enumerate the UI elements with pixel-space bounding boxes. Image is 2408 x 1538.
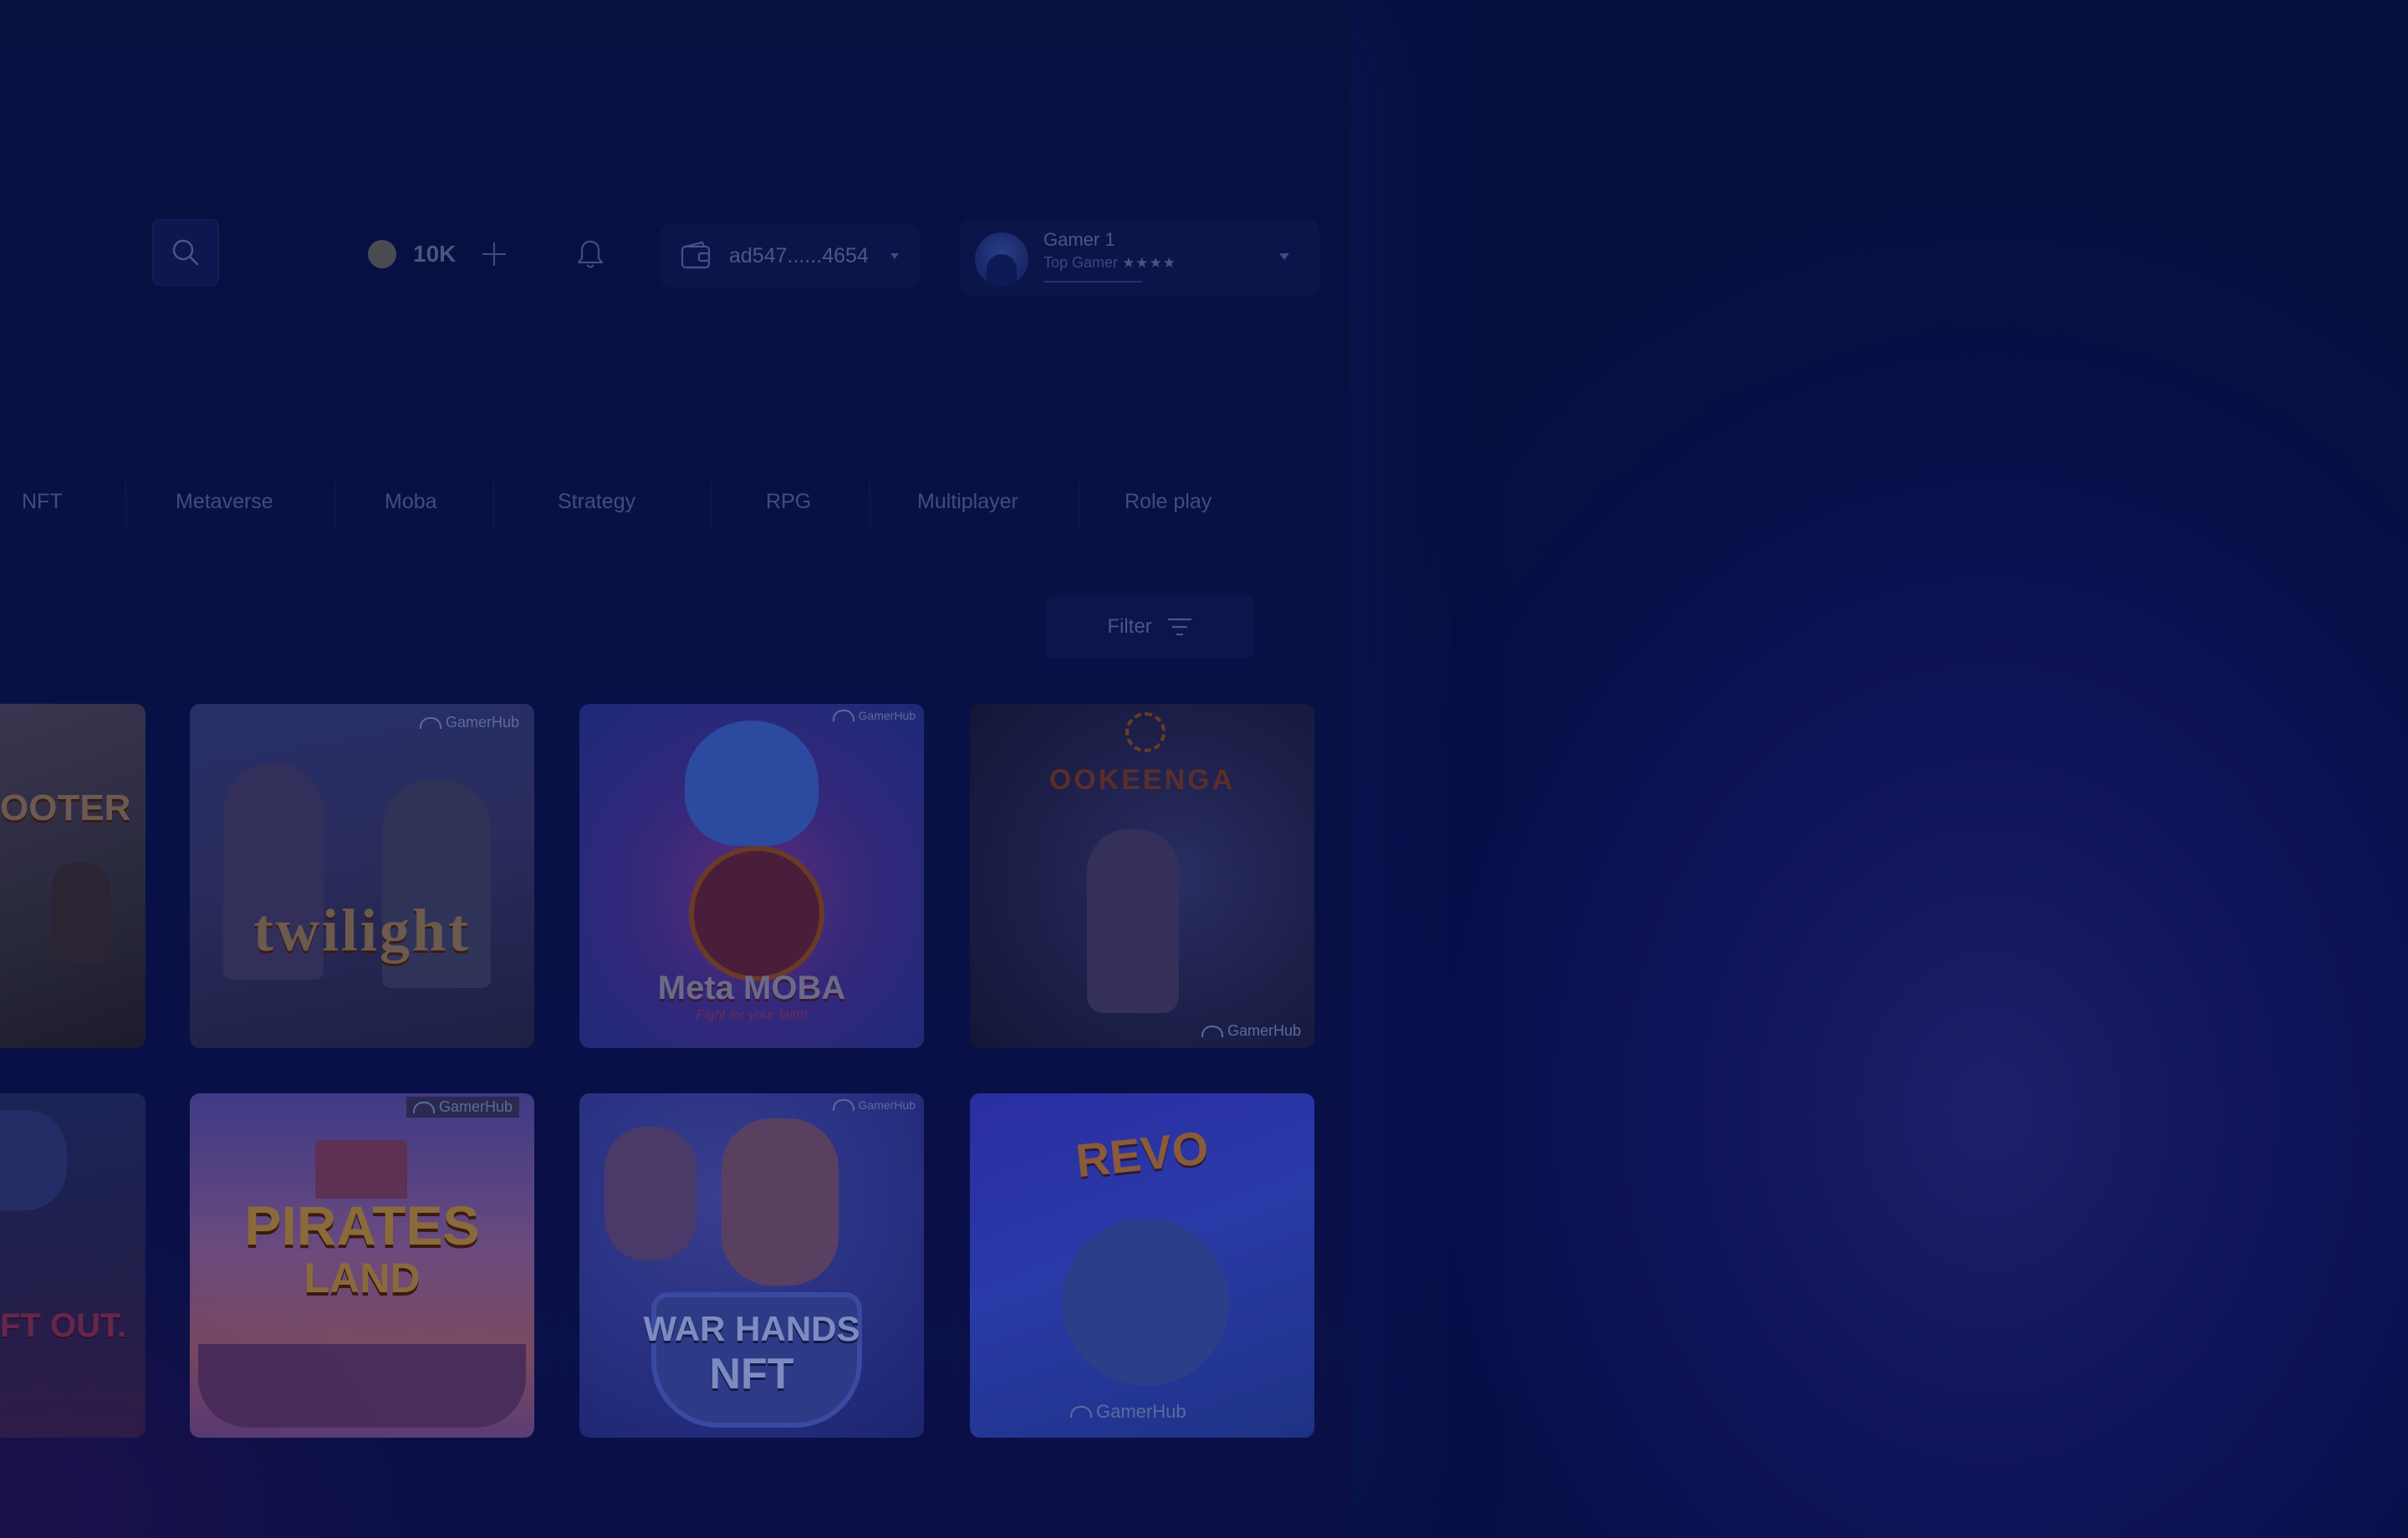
- game-title: OOKEENGA: [1048, 764, 1236, 796]
- sun-logo-icon: [1125, 712, 1166, 752]
- character-art: [605, 1127, 696, 1260]
- chevron-down-icon: [890, 252, 899, 259]
- brand-badge: GamerHub: [419, 714, 519, 731]
- castle-art: [315, 1140, 407, 1199]
- brand-badge: GamerHub: [1201, 1022, 1301, 1040]
- game-title: PIRATES: [244, 1194, 480, 1256]
- brand-badge-label: GamerHub: [1096, 1401, 1186, 1422]
- filter-button[interactable]: Filter: [1045, 595, 1254, 659]
- brand-badge-label: GamerHub: [445, 714, 519, 731]
- game-title: FT OUT.: [0, 1307, 127, 1344]
- game-card[interactable]: OOTER: [0, 704, 145, 1048]
- chevron-down-icon: [1279, 253, 1289, 260]
- meta-moba-emblem: [689, 846, 824, 981]
- gamerhub-logo-icon: [1201, 1025, 1223, 1037]
- profile-menu[interactable]: Gamer 1 Top Gamer ★★★★: [960, 219, 1319, 296]
- profile-name: Gamer 1: [1043, 229, 1115, 250]
- profile-rank-label: Top Gamer: [1043, 254, 1119, 271]
- game-card[interactable]: GamerHub WAR HANDS NFT: [579, 1093, 924, 1438]
- category-tab-nft[interactable]: NFT: [22, 490, 63, 514]
- gamerhub-logo-icon: [832, 1099, 855, 1111]
- add-coins-button[interactable]: [479, 239, 509, 269]
- brand-badge-label: GamerHub: [858, 1098, 916, 1112]
- character-art: [1062, 1219, 1229, 1386]
- category-divider: [711, 478, 712, 528]
- game-title-line2: LAND: [304, 1255, 421, 1301]
- category-tab-strategy[interactable]: Strategy: [558, 490, 635, 514]
- gamerhub-logo-icon: [412, 1101, 435, 1113]
- category-tab-multiplayer[interactable]: Multiplayer: [917, 490, 1018, 514]
- category-divider: [334, 478, 335, 528]
- category-tab-role-play[interactable]: Role play: [1125, 490, 1212, 514]
- game-title-line2: NFT: [709, 1350, 794, 1398]
- brand-badge: GamerHub: [832, 1098, 916, 1112]
- brand-badge-label: GamerHub: [438, 1098, 513, 1115]
- game-card[interactable]: REVO GamerHub: [970, 1093, 1314, 1438]
- game-title: REVO: [1073, 1120, 1212, 1188]
- profile-progress-bar: [1043, 281, 1142, 283]
- category-tab-moba[interactable]: Moba: [385, 490, 437, 514]
- category-tab-rpg[interactable]: RPG: [766, 490, 811, 514]
- brand-badge-label: GamerHub: [858, 709, 916, 722]
- game-card[interactable]: GamerHub Meta MOBA Fight for your faith!: [579, 704, 924, 1048]
- search-icon: [172, 239, 199, 266]
- ship-art: [198, 1344, 526, 1428]
- game-title: OOTER: [0, 787, 131, 828]
- gamerhub-logo-icon: [419, 716, 441, 729]
- gamerhub-logo-icon: [832, 710, 855, 721]
- search-button[interactable]: [152, 219, 219, 286]
- wallet-selector[interactable]: ad547......4654: [661, 224, 920, 288]
- avatar: [975, 232, 1028, 286]
- brand-badge-label: GamerHub: [1227, 1022, 1301, 1039]
- character-art: [685, 721, 819, 846]
- coin-icon: [368, 240, 396, 268]
- character-art: [1087, 829, 1179, 1013]
- character-art: [52, 863, 110, 963]
- app-panel: 10K ad547......4654 Gamer 1 Top Gamer ★★…: [0, 0, 1350, 1538]
- character-art: [0, 1110, 67, 1210]
- game-title: Meta MOBA: [657, 970, 846, 1006]
- game-title: WAR HANDS: [643, 1309, 860, 1348]
- category-divider: [493, 478, 494, 528]
- game-title: twilight: [253, 897, 471, 964]
- brand-badge: GamerHub: [406, 1097, 519, 1118]
- character-art: [722, 1118, 839, 1286]
- game-card[interactable]: OOKEENGA GamerHub: [970, 704, 1314, 1048]
- profile-rank: Top Gamer ★★★★: [1043, 254, 1176, 272]
- gamerhub-logo-icon: [1070, 1406, 1092, 1418]
- rating-stars: ★★★★: [1122, 255, 1177, 271]
- brand-badge: GamerHub: [832, 709, 916, 722]
- coin-balance: 10K: [368, 236, 509, 272]
- game-subtitle: Fight for your faith!: [696, 1008, 808, 1022]
- coin-amount: 10K: [413, 241, 457, 267]
- notifications-button[interactable]: [574, 237, 607, 271]
- game-card[interactable]: GamerHub PIRATES LAND: [190, 1093, 534, 1438]
- category-divider: [125, 478, 126, 528]
- brand-badge: GamerHub: [1070, 1401, 1186, 1423]
- bell-icon: [577, 240, 604, 268]
- game-card[interactable]: GamerHub twilight: [190, 704, 534, 1048]
- wallet-icon: [681, 242, 711, 269]
- filter-icon: [1167, 618, 1191, 636]
- category-tab-metaverse[interactable]: Metaverse: [176, 490, 273, 514]
- wallet-address: ad547......4654: [729, 243, 869, 267]
- game-card[interactable]: FT OUT.: [0, 1093, 145, 1438]
- filter-label: Filter: [1107, 615, 1152, 638]
